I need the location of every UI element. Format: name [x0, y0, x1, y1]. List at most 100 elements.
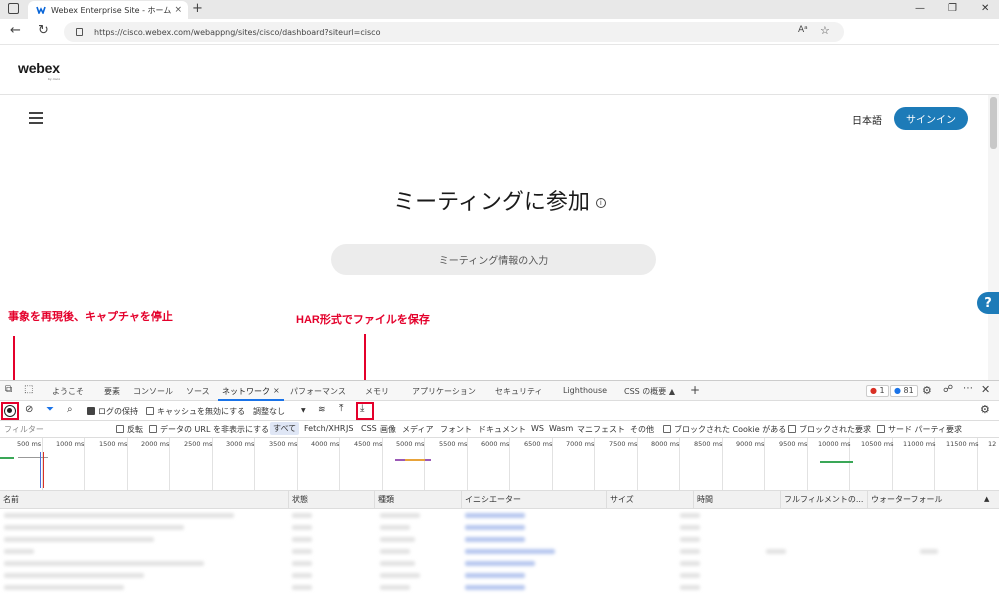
invert-checkbox[interactable]: 反転: [116, 424, 143, 435]
table-row[interactable]: [0, 523, 999, 533]
refresh-icon[interactable]: ↻: [38, 24, 49, 38]
tab-sources[interactable]: ソース: [186, 386, 210, 397]
feedback-icon[interactable]: ☍: [943, 384, 953, 395]
network-settings-gear-icon[interactable]: ⚙: [980, 403, 990, 416]
third-party-check-icon: [877, 425, 885, 433]
disable-cache-checkbox[interactable]: キャッシュを無効にする: [146, 406, 245, 417]
hide-data-urls-checkbox[interactable]: データの URL を非表示にする: [149, 424, 269, 435]
table-row[interactable]: [0, 511, 999, 521]
tab-network[interactable]: ネットワーク: [222, 386, 270, 397]
filter-type-media[interactable]: メディア: [402, 424, 433, 435]
close-window-button[interactable]: ✕: [981, 3, 989, 14]
settings-gear-icon[interactable]: ⚙: [922, 384, 932, 397]
add-tab-button[interactable]: +: [690, 383, 700, 397]
preserve-log-checkbox[interactable]: ログの保持: [87, 406, 138, 417]
minimize-button[interactable]: —: [915, 3, 925, 14]
tab-close-icon[interactable]: ×: [174, 5, 182, 15]
filter-type-image[interactable]: 画像: [380, 424, 396, 435]
column-name[interactable]: 名前: [0, 491, 289, 509]
column-type[interactable]: 種類: [375, 491, 462, 509]
network-conditions-icon[interactable]: ≋: [318, 405, 326, 415]
signin-button[interactable]: サインイン: [894, 107, 968, 130]
blocked-cookies-label: ブロックされた Cookie がある: [674, 425, 787, 434]
filter-type-font[interactable]: フォント: [440, 424, 472, 435]
webex-logo[interactable]: webex: [18, 60, 60, 76]
network-toolbar: ⊘ ⏷ ⌕ ログの保持 キャッシュを無効にする 調整なし ▼ ≋ ⤒ ⤓ ⚙: [0, 401, 999, 421]
filter-type-other[interactable]: その他: [630, 424, 654, 435]
scrollbar-thumb[interactable]: [990, 97, 997, 149]
timeline-tick: 6000 ms: [481, 440, 510, 448]
page-title: ミーティングに参加 i: [0, 184, 999, 216]
timeline-tick: 3500 ms: [269, 440, 298, 448]
tab-security[interactable]: セキュリティ: [495, 386, 543, 397]
timeline-tick: 10000 ms: [818, 440, 851, 448]
url-field[interactable]: https://cisco.webex.com/webappng/sites/c…: [64, 22, 844, 42]
clear-icon[interactable]: ⊘: [25, 404, 33, 415]
throttle-chevron-down-icon[interactable]: ▼: [301, 407, 306, 414]
search-icon[interactable]: ⌕: [67, 404, 73, 415]
info-icon[interactable]: i: [595, 198, 606, 208]
table-row[interactable]: [0, 583, 999, 593]
close-devtools-icon[interactable]: ✕: [981, 383, 990, 396]
help-button[interactable]: ?: [977, 292, 999, 314]
table-row[interactable]: [0, 559, 999, 569]
column-initiator[interactable]: イニシエーター: [462, 491, 607, 509]
tab-console[interactable]: コンソール: [133, 386, 173, 397]
error-badge[interactable]: ● 1: [866, 385, 889, 397]
table-row[interactable]: [0, 547, 999, 557]
hide-data-urls-label: データの URL を非表示にする: [160, 425, 270, 434]
read-aloud-icon[interactable]: Aᵃ: [798, 25, 808, 35]
language-selector[interactable]: 日本語: [852, 112, 882, 127]
timeline-tick: 8500 ms: [694, 440, 723, 448]
filter-type-fetch[interactable]: Fetch/XHR: [304, 424, 345, 433]
hamburger-menu-icon[interactable]: [29, 112, 43, 124]
sidebar-toggle-icon[interactable]: [8, 3, 19, 14]
request-table-body: [0, 509, 999, 599]
browser-tab[interactable]: Webex Enterprise Site - ホーム ×: [28, 1, 188, 19]
tab-application[interactable]: アプリケーション: [412, 386, 476, 397]
tab-lighthouse[interactable]: Lighthouse: [563, 386, 607, 395]
more-options-icon[interactable]: ⋯: [963, 383, 973, 394]
blocked-cookies-checkbox[interactable]: ブロックされた Cookie がある: [663, 424, 786, 435]
network-overview-timeline[interactable]: 500 ms 1000 ms 1500 ms 2000 ms 2500 ms 3…: [0, 438, 999, 491]
back-icon[interactable]: ←: [10, 24, 21, 38]
maximize-button[interactable]: ❐: [948, 3, 957, 14]
column-status[interactable]: 状態: [289, 491, 375, 509]
annotation-stop-capture: 事象を再現後、キャプチャを停止: [8, 311, 173, 323]
table-row[interactable]: [0, 535, 999, 545]
new-tab-button[interactable]: +: [192, 2, 203, 16]
tab-css-overview[interactable]: CSS の概要 ▲: [624, 386, 675, 397]
filter-icon[interactable]: ⏷: [46, 404, 54, 415]
favorite-star-icon[interactable]: ☆: [820, 24, 830, 37]
filter-input[interactable]: フィルター: [4, 424, 44, 435]
filter-type-manifest[interactable]: マニフェスト: [577, 424, 625, 435]
tab-welcome[interactable]: ようこそ: [52, 386, 84, 397]
tab-memory[interactable]: メモリ: [365, 386, 389, 397]
third-party-checkbox[interactable]: サード パーティ要求: [877, 424, 962, 435]
table-row[interactable]: [0, 571, 999, 581]
tab-elements[interactable]: 要素: [104, 386, 120, 397]
tab-performance[interactable]: パフォーマンス: [290, 386, 346, 397]
filter-type-js[interactable]: JS: [346, 424, 353, 433]
device-toolbar-icon[interactable]: ⧉: [5, 384, 12, 395]
blocked-requests-checkbox[interactable]: ブロックされた要求: [788, 424, 871, 435]
sort-up-icon[interactable]: ▲: [984, 495, 989, 503]
tab-network-close-icon[interactable]: ×: [273, 386, 280, 395]
filter-type-wasm[interactable]: Wasm: [549, 424, 573, 433]
inspect-icon[interactable]: ⬚: [24, 384, 33, 395]
column-size[interactable]: サイズ: [607, 491, 694, 509]
meeting-info-input[interactable]: ミーティング情報の入力: [331, 244, 656, 275]
column-waterfall[interactable]: ウォーターフォール: [868, 491, 999, 509]
network-filter-bar: フィルター 反転 データの URL を非表示にする すべて Fetch/XHR …: [0, 421, 999, 438]
timeline-tick: 12: [988, 440, 997, 448]
filter-type-ws[interactable]: WS: [531, 424, 544, 433]
throttle-select[interactable]: 調整なし: [253, 406, 285, 417]
import-har-icon[interactable]: ⤒: [339, 403, 343, 414]
filter-type-document[interactable]: ドキュメント: [478, 424, 526, 435]
column-fulfillment[interactable]: フルフィルメントの...: [781, 491, 868, 509]
filter-type-css[interactable]: CSS: [361, 424, 377, 433]
filter-type-all[interactable]: すべて: [270, 422, 300, 435]
column-time[interactable]: 時間: [694, 491, 781, 509]
timeline-request-bar: [405, 459, 425, 461]
message-badge[interactable]: ● 81: [890, 385, 918, 397]
